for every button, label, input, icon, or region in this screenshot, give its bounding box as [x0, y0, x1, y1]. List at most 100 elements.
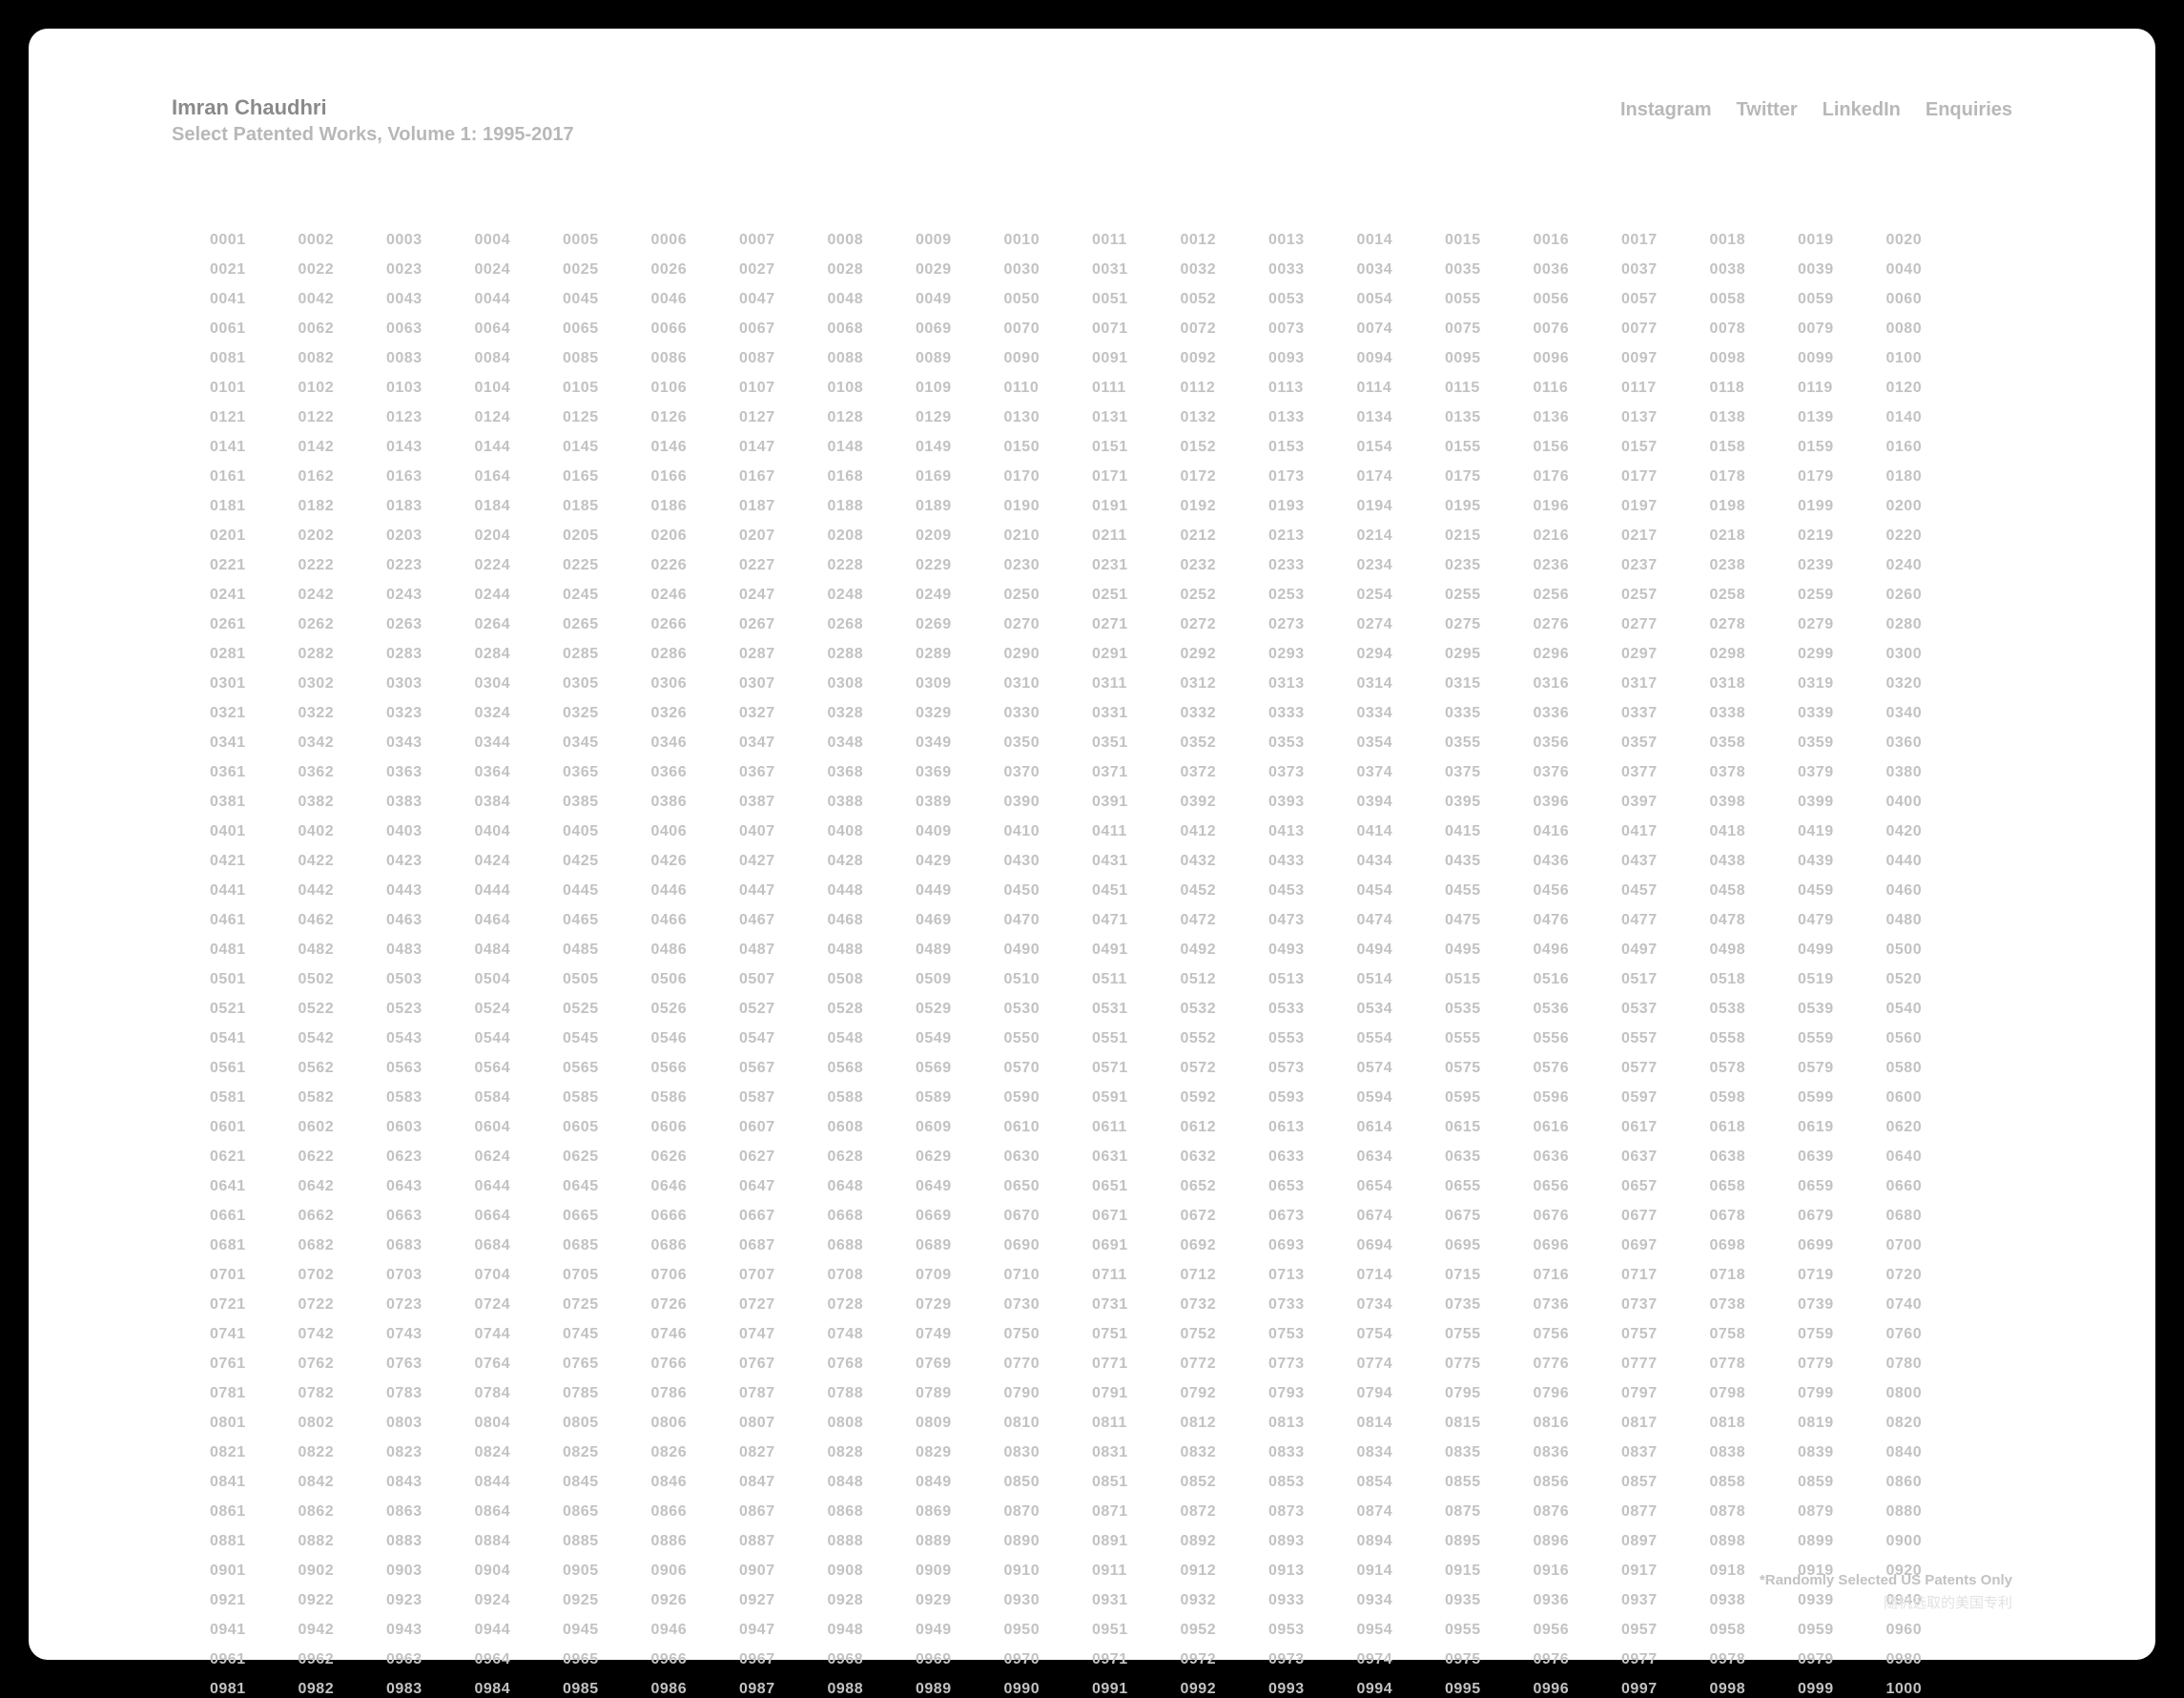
patent-link[interactable]: 0069 [916, 321, 1004, 338]
patent-link[interactable]: 0066 [651, 321, 740, 338]
patent-link[interactable]: 0570 [1004, 1060, 1093, 1077]
patent-link[interactable]: 0360 [1886, 735, 1975, 752]
patent-link[interactable]: 0258 [1710, 587, 1799, 604]
patent-link[interactable]: 0603 [386, 1119, 475, 1136]
patent-link[interactable]: 0797 [1621, 1385, 1710, 1402]
patent-link[interactable]: 0578 [1710, 1060, 1799, 1077]
patent-link[interactable]: 0873 [1268, 1503, 1357, 1521]
patent-link[interactable]: 0259 [1798, 587, 1886, 604]
patent-link[interactable]: 0826 [651, 1444, 740, 1461]
patent-link[interactable]: 0801 [210, 1415, 299, 1432]
patent-link[interactable]: 0493 [1268, 942, 1357, 959]
patent-link[interactable]: 0519 [1798, 971, 1886, 988]
patent-link[interactable]: 0744 [475, 1326, 564, 1343]
patent-link[interactable]: 0235 [1445, 557, 1534, 574]
patent-link[interactable]: 0364 [475, 764, 564, 781]
patent-link[interactable]: 0810 [1004, 1415, 1093, 1432]
patent-link[interactable]: 0268 [828, 616, 917, 633]
patent-link[interactable]: 0628 [828, 1149, 917, 1166]
patent-link[interactable]: 0379 [1798, 764, 1886, 781]
patent-link[interactable]: 0697 [1621, 1237, 1710, 1254]
patent-link[interactable]: 0277 [1621, 616, 1710, 633]
patent-link[interactable]: 0314 [1357, 675, 1446, 693]
patent-link[interactable]: 0448 [828, 882, 917, 900]
patent-link[interactable]: 0850 [1004, 1474, 1093, 1491]
patent-link[interactable]: 0806 [651, 1415, 740, 1432]
patent-link[interactable]: 0453 [1268, 882, 1357, 900]
patent-link[interactable]: 0002 [299, 232, 387, 249]
patent-link[interactable]: 0656 [1534, 1178, 1622, 1195]
patent-link[interactable]: 0712 [1181, 1267, 1269, 1284]
patent-link[interactable]: 0427 [739, 853, 828, 870]
patent-link[interactable]: 0680 [1886, 1208, 1975, 1225]
patent-link[interactable]: 0407 [739, 823, 828, 840]
patent-link[interactable]: 0036 [1534, 261, 1622, 279]
patent-link[interactable]: 0957 [1621, 1622, 1710, 1639]
patent-link[interactable]: 0847 [739, 1474, 828, 1491]
patent-link[interactable]: 0759 [1798, 1326, 1886, 1343]
patent-link[interactable]: 0401 [210, 823, 299, 840]
patent-link[interactable]: 0861 [210, 1503, 299, 1521]
patent-link[interactable]: 0650 [1004, 1178, 1093, 1195]
patent-link[interactable]: 0399 [1798, 794, 1886, 811]
patent-link[interactable]: 0099 [1798, 350, 1886, 367]
patent-link[interactable]: 0363 [386, 764, 475, 781]
patent-link[interactable]: 0828 [828, 1444, 917, 1461]
patent-link[interactable]: 1000 [1886, 1681, 1975, 1698]
patent-link[interactable]: 0800 [1886, 1385, 1975, 1402]
patent-link[interactable]: 0767 [739, 1356, 828, 1373]
patent-link[interactable]: 0673 [1268, 1208, 1357, 1225]
patent-link[interactable]: 0688 [828, 1237, 917, 1254]
patent-link[interactable]: 0509 [916, 971, 1004, 988]
patent-link[interactable]: 0931 [1092, 1592, 1181, 1609]
patent-link[interactable]: 0817 [1621, 1415, 1710, 1432]
patent-link[interactable]: 0517 [1621, 971, 1710, 988]
patent-link[interactable]: 0960 [1886, 1622, 1975, 1639]
patent-link[interactable]: 0085 [563, 350, 651, 367]
patent-link[interactable]: 0498 [1710, 942, 1799, 959]
patent-link[interactable]: 0204 [475, 528, 564, 545]
patent-link[interactable]: 0964 [475, 1651, 564, 1668]
patent-link[interactable]: 0651 [1092, 1178, 1181, 1195]
patent-link[interactable]: 0542 [299, 1030, 387, 1047]
patent-link[interactable]: 0600 [1886, 1089, 1975, 1107]
patent-link[interactable]: 0273 [1268, 616, 1357, 633]
patent-link[interactable]: 0845 [563, 1474, 651, 1491]
patent-link[interactable]: 0174 [1357, 468, 1446, 486]
patent-link[interactable]: 0318 [1710, 675, 1799, 693]
patent-link[interactable]: 0782 [299, 1385, 387, 1402]
patent-link[interactable]: 0420 [1886, 823, 1975, 840]
patent-link[interactable]: 0359 [1798, 735, 1886, 752]
patent-link[interactable]: 0765 [563, 1356, 651, 1373]
patent-link[interactable]: 0003 [386, 232, 475, 249]
patent-link[interactable]: 0361 [210, 764, 299, 781]
patent-link[interactable]: 0890 [1004, 1533, 1093, 1550]
patent-link[interactable]: 0552 [1181, 1030, 1269, 1047]
patent-link[interactable]: 0201 [210, 528, 299, 545]
patent-link[interactable]: 0110 [1004, 380, 1093, 397]
patent-link[interactable]: 0724 [475, 1296, 564, 1314]
patent-link[interactable]: 0333 [1268, 705, 1357, 722]
patent-link[interactable]: 0432 [1181, 853, 1269, 870]
patent-link[interactable]: 0886 [651, 1533, 740, 1550]
patent-link[interactable]: 0734 [1357, 1296, 1446, 1314]
patent-link[interactable]: 0386 [651, 794, 740, 811]
patent-link[interactable]: 0572 [1181, 1060, 1269, 1077]
patent-link[interactable]: 0814 [1357, 1415, 1446, 1432]
patent-link[interactable]: 0574 [1357, 1060, 1446, 1077]
patent-link[interactable]: 0771 [1092, 1356, 1181, 1373]
patent-link[interactable]: 0535 [1445, 1001, 1534, 1018]
patent-link[interactable]: 0403 [386, 823, 475, 840]
patent-link[interactable]: 0745 [563, 1326, 651, 1343]
patent-link[interactable]: 0052 [1181, 291, 1269, 308]
patent-link[interactable]: 0207 [739, 528, 828, 545]
patent-link[interactable]: 0433 [1268, 853, 1357, 870]
patent-link[interactable]: 0639 [1798, 1149, 1886, 1166]
patent-link[interactable]: 0067 [739, 321, 828, 338]
patent-link[interactable]: 0706 [651, 1267, 740, 1284]
patent-link[interactable]: 0180 [1886, 468, 1975, 486]
patent-link[interactable]: 0819 [1798, 1415, 1886, 1432]
patent-link[interactable]: 0424 [475, 853, 564, 870]
patent-link[interactable]: 0426 [651, 853, 740, 870]
patent-link[interactable]: 0630 [1004, 1149, 1093, 1166]
